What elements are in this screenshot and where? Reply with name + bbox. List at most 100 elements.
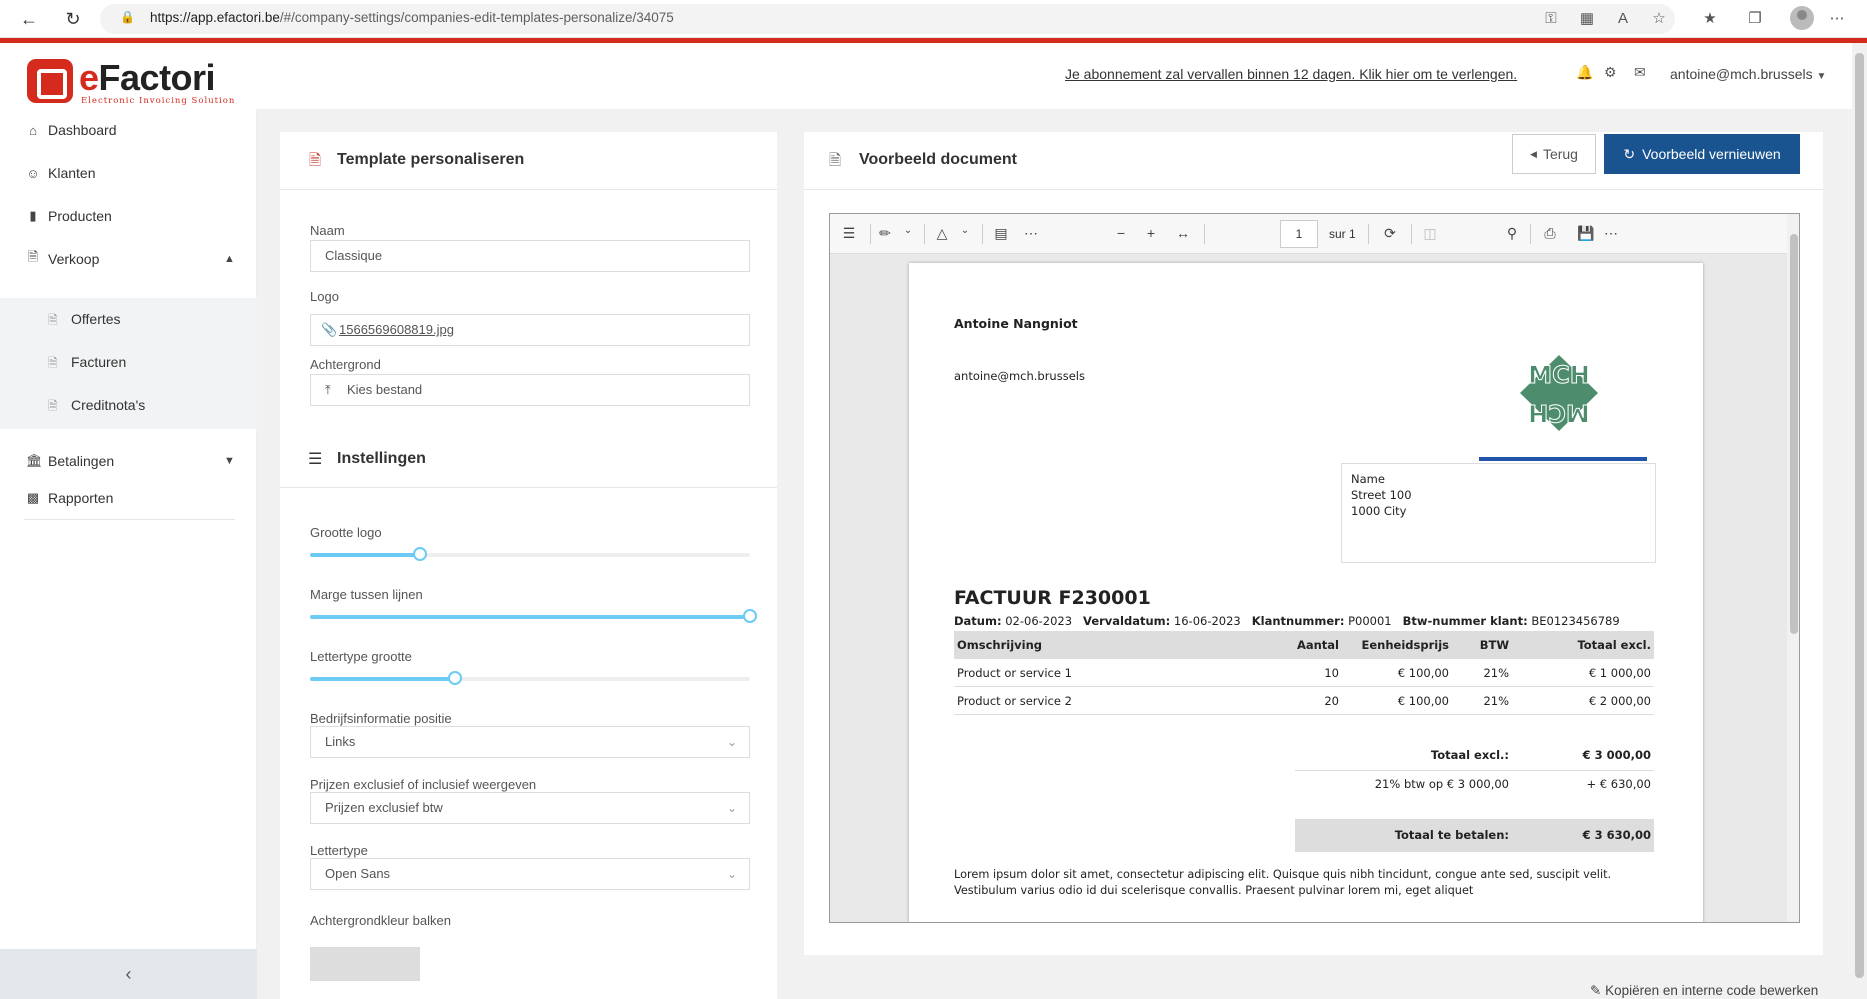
footer-text-line: Lorem ipsum dolor sit amet, consectetur … <box>954 868 1612 881</box>
row-desc: Product or service 2 <box>957 694 1072 708</box>
lock-icon[interactable]: 🔒 <box>120 10 135 24</box>
sidebar-item-label: Dashboard <box>48 122 117 138</box>
marge-fill <box>310 615 750 619</box>
sidebar-item-dashboard[interactable]: ⌂ Dashboard <box>0 109 257 151</box>
url-text[interactable]: https://app.efactori.be/#/company-settin… <box>150 10 674 25</box>
sidebar-collapse-button[interactable]: ‹ <box>0 949 257 999</box>
marge-handle[interactable] <box>743 609 757 623</box>
page-scrollbar[interactable] <box>1852 43 1867 999</box>
sidebar-item-betalingen[interactable]: 🏛 Betalingen ▼ <box>0 440 257 482</box>
envelope-icon[interactable]: ✉ <box>1634 64 1646 81</box>
sidebar-item-offertes[interactable]: 🗎 Offertes <box>0 298 257 340</box>
sidebar-item-klanten[interactable]: ☺ Klanten <box>0 152 257 194</box>
row-divider <box>954 714 1654 715</box>
print-icon[interactable]: ⎙ <box>1540 225 1560 242</box>
pdf-scrollbar[interactable] <box>1787 214 1799 922</box>
grootte-logo-handle[interactable] <box>413 547 427 561</box>
back-arrow-icon[interactable]: ← <box>16 6 42 32</box>
row-vat: 21% <box>1483 666 1509 680</box>
chevron-down-icon[interactable]: ⌄ <box>898 225 918 236</box>
kies-bestand-button[interactable]: ⤒ Kies bestand <box>310 374 750 406</box>
toolbar-separator <box>982 224 983 244</box>
total-excl-label: Totaal excl.: <box>1430 748 1509 762</box>
app-grid-icon[interactable]: ▦ <box>1577 9 1597 29</box>
profile-avatar[interactable] <box>1790 6 1814 30</box>
company-email: antoine@mch.brussels <box>954 369 1085 383</box>
sidebar-item-producten[interactable]: ▮ Producten <box>0 195 257 237</box>
sidebar-item-rapporten[interactable]: ▩ Rapporten <box>0 477 257 519</box>
save-icon[interactable]: 💾 <box>1576 225 1596 242</box>
lettertype-grootte-handle[interactable] <box>448 671 463 685</box>
sliders-icon: ☰ <box>308 451 323 468</box>
more-options-icon[interactable]: ⋯ <box>1601 225 1621 242</box>
row-desc: Product or service 1 <box>957 666 1072 680</box>
more-menu-icon[interactable]: ⋯ <box>1827 9 1847 29</box>
zoom-in-icon[interactable]: + <box>1141 225 1161 241</box>
app-header: eFactori Electronic Invoicing Solution J… <box>0 43 1852 109</box>
collections-icon[interactable]: ❐ <box>1745 9 1765 29</box>
upload-icon: ⤒ <box>325 382 331 397</box>
lettertype-select[interactable]: Open Sans ⌄ <box>310 858 750 890</box>
efactori-logo-icon[interactable] <box>27 59 73 103</box>
sidebar-item-label: Klanten <box>48 165 96 181</box>
favorites-icon[interactable]: ★ <box>1700 9 1720 29</box>
terug-button[interactable]: ◀ Terug <box>1512 134 1596 174</box>
page-scrollbar-thumb[interactable] <box>1855 53 1864 978</box>
subscription-notice-link[interactable]: Je abonnement zal vervallen binnen 12 da… <box>1065 66 1517 82</box>
logo-file-link[interactable]: 📎 1566569608819.jpg <box>310 314 750 346</box>
chevron-down-icon: ⌄ <box>726 867 737 881</box>
bank-icon: 🏛 <box>26 453 43 468</box>
page-number-input[interactable]: 1 <box>1280 220 1318 248</box>
zoom-out-icon[interactable]: − <box>1111 225 1131 241</box>
totals-divider <box>1295 770 1654 771</box>
toolbar-separator <box>870 224 871 244</box>
logo-label: Logo <box>310 289 339 304</box>
key-icon[interactable]: ⚿ <box>1541 9 1561 29</box>
sidebar-item-verkoop[interactable]: 🗎 Verkoop ▲ <box>0 238 257 280</box>
marge-slider[interactable] <box>310 609 757 623</box>
sidebar-item-facturen[interactable]: 🗎 Facturen <box>0 341 257 383</box>
brand-name[interactable]: eFactori <box>79 57 216 99</box>
barcode-icon: ▮ <box>29 208 37 223</box>
invoice-page: Antoine Nangniot antoine@mch.brussels MC… <box>909 263 1703 922</box>
pdf-scrollbar-thumb[interactable] <box>1790 234 1798 634</box>
lettertype-grootte-slider[interactable] <box>310 671 750 685</box>
prijzen-select[interactable]: Prijzen exclusief btw ⌄ <box>310 792 750 824</box>
address-city: 1000 City <box>1351 504 1407 518</box>
contents-list-icon[interactable]: ☰ <box>839 225 859 242</box>
read-aloud-icon[interactable]: A <box>1613 9 1633 29</box>
sidebar-item-creditnotas[interactable]: 🗎 Creditnota's <box>0 384 257 426</box>
file-pdf-icon: 🗎 <box>829 152 842 169</box>
sidebar-item-label: Verkoop <box>48 251 100 267</box>
chevron-down-icon[interactable]: ⌄ <box>955 225 975 236</box>
bell-icon[interactable]: 🔔 <box>1576 64 1593 81</box>
naam-label: Naam <box>310 223 345 238</box>
draw-icon[interactable]: △ <box>932 225 952 242</box>
voorbeeld-vernieuwen-button[interactable]: ↻ Voorbeeld vernieuwen <box>1604 134 1800 174</box>
recipient-address-box: Name Street 100 1000 City <box>1341 463 1656 563</box>
chevron-down-icon: ▼ <box>224 455 235 467</box>
grootte-logo-slider[interactable] <box>310 547 750 561</box>
favorite-add-icon[interactable]: ☆ <box>1649 9 1669 29</box>
background-color-swatch[interactable] <box>310 947 420 981</box>
highlight-icon[interactable]: ✏ <box>875 225 895 242</box>
sidebar-item-label: Offertes <box>71 311 121 327</box>
divider <box>280 487 777 488</box>
reload-icon[interactable]: ↻ <box>60 6 86 32</box>
two-page-icon[interactable]: ◫ <box>1420 225 1440 242</box>
settings-title: Instellingen <box>337 450 426 467</box>
toolbar-separator <box>1368 224 1369 244</box>
fit-width-icon[interactable]: ↔ <box>1173 225 1193 241</box>
total-pay-label: Totaal te betalen: <box>1394 828 1509 842</box>
rotate-icon[interactable]: ⟳ <box>1380 225 1400 242</box>
copy-edit-code-link[interactable]: ✎ Kopiëren en interne code bewerken <box>1590 983 1818 999</box>
bedrijf-select[interactable]: Links ⌄ <box>310 726 750 758</box>
address-accent-bar <box>1479 457 1647 461</box>
search-icon[interactable]: ⚲ <box>1502 225 1522 242</box>
text-box-icon[interactable]: ▤ <box>991 225 1011 242</box>
user-menu[interactable]: antoine@mch.brussels ▼ <box>1670 66 1826 82</box>
cogs-icon[interactable]: ⚙ <box>1604 64 1617 81</box>
naam-input[interactable]: Classique <box>310 240 750 272</box>
more-tools-icon[interactable]: ⋯ <box>1021 225 1041 242</box>
vat-value: + € 630,00 <box>1586 777 1651 791</box>
